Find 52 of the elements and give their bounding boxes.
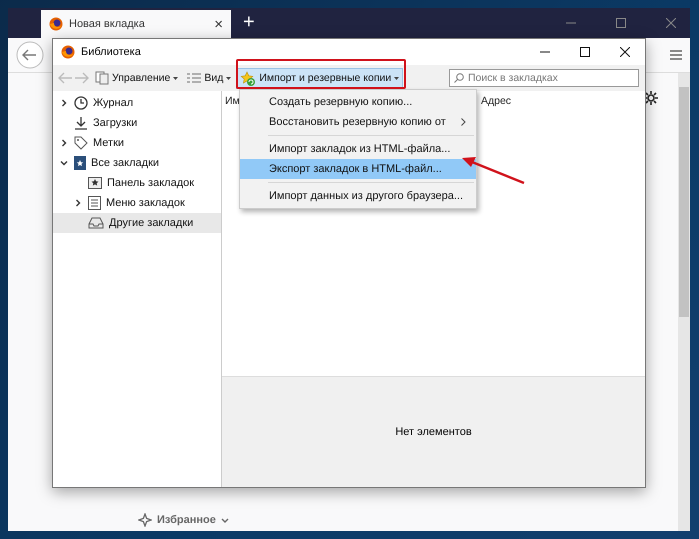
dropdown-arrow-icon (394, 76, 400, 80)
dropdown-arrow-icon (173, 76, 178, 80)
chevron-right-icon[interactable] (60, 139, 68, 147)
menu-item[interactable]: Восстановить резервную копию от (240, 112, 476, 132)
toolbar-menu-button[interactable]: Вид (183, 69, 236, 87)
scrollbar[interactable] (678, 73, 690, 531)
tree-item[interactable]: Другие закладки (53, 213, 221, 233)
firefox-logo (49, 17, 63, 31)
tag-icon (74, 136, 88, 150)
empty-message: Нет элементов (395, 426, 472, 438)
tray-icon (88, 217, 104, 229)
dropdown-arrow-icon (226, 76, 232, 80)
menu-item[interactable]: Импорт данных из другого браузера... (240, 186, 476, 206)
list-view-icon (187, 72, 202, 84)
list-icon (88, 196, 101, 210)
bookmarks-icon (74, 156, 86, 170)
menu-item[interactable]: Создать резервную копию... (240, 92, 476, 112)
chevron-down-icon (220, 518, 229, 522)
settings-icon[interactable] (644, 91, 658, 105)
new-tab-button[interactable]: + (243, 11, 255, 34)
documents-icon (95, 71, 109, 85)
tree-item[interactable]: Метки (53, 133, 221, 153)
tab-title: Новая вкладка (69, 18, 145, 30)
menu-item[interactable]: Экспорт закладок в HTML-файл... (240, 159, 476, 179)
back-button[interactable] (16, 41, 44, 69)
menu-icon[interactable] (670, 50, 682, 60)
toolbar-menu-button[interactable]: Импорт и резервные копии (236, 68, 404, 88)
browser-tab[interactable]: Новая вкладка × (41, 10, 231, 38)
window-title: Библиотека (81, 46, 141, 58)
maximize-icon[interactable] (580, 47, 590, 57)
chevron-down-icon[interactable] (60, 159, 68, 167)
download-icon (74, 116, 88, 130)
clock-icon (74, 96, 88, 110)
star-refresh-icon (240, 70, 256, 86)
column-header[interactable]: Им (225, 95, 240, 107)
tree-item[interactable]: Панель закладок (53, 173, 221, 193)
chevron-right-icon[interactable] (74, 199, 82, 207)
close-icon[interactable] (620, 47, 630, 57)
tree-item[interactable]: Загрузки (53, 113, 221, 133)
favorites-button[interactable]: Избранное (138, 513, 229, 527)
column-header[interactable]: Адрес (481, 95, 512, 107)
search-icon (454, 73, 464, 83)
sparkle-star-icon (138, 513, 152, 527)
tab-close-button[interactable]: × (214, 16, 223, 32)
tree-item[interactable]: Журнал (53, 93, 221, 113)
menu-item[interactable]: Импорт закладок из HTML-файла... (240, 139, 476, 159)
toolbar-menu-button[interactable]: Управление (91, 68, 182, 88)
firefox-logo (61, 45, 75, 59)
tree-item[interactable]: Все закладки (53, 153, 221, 173)
tree-item[interactable]: Меню закладок (53, 193, 221, 213)
search-field[interactable]: Поиск в закладках (449, 69, 639, 87)
chevron-right-icon[interactable] (60, 99, 68, 107)
